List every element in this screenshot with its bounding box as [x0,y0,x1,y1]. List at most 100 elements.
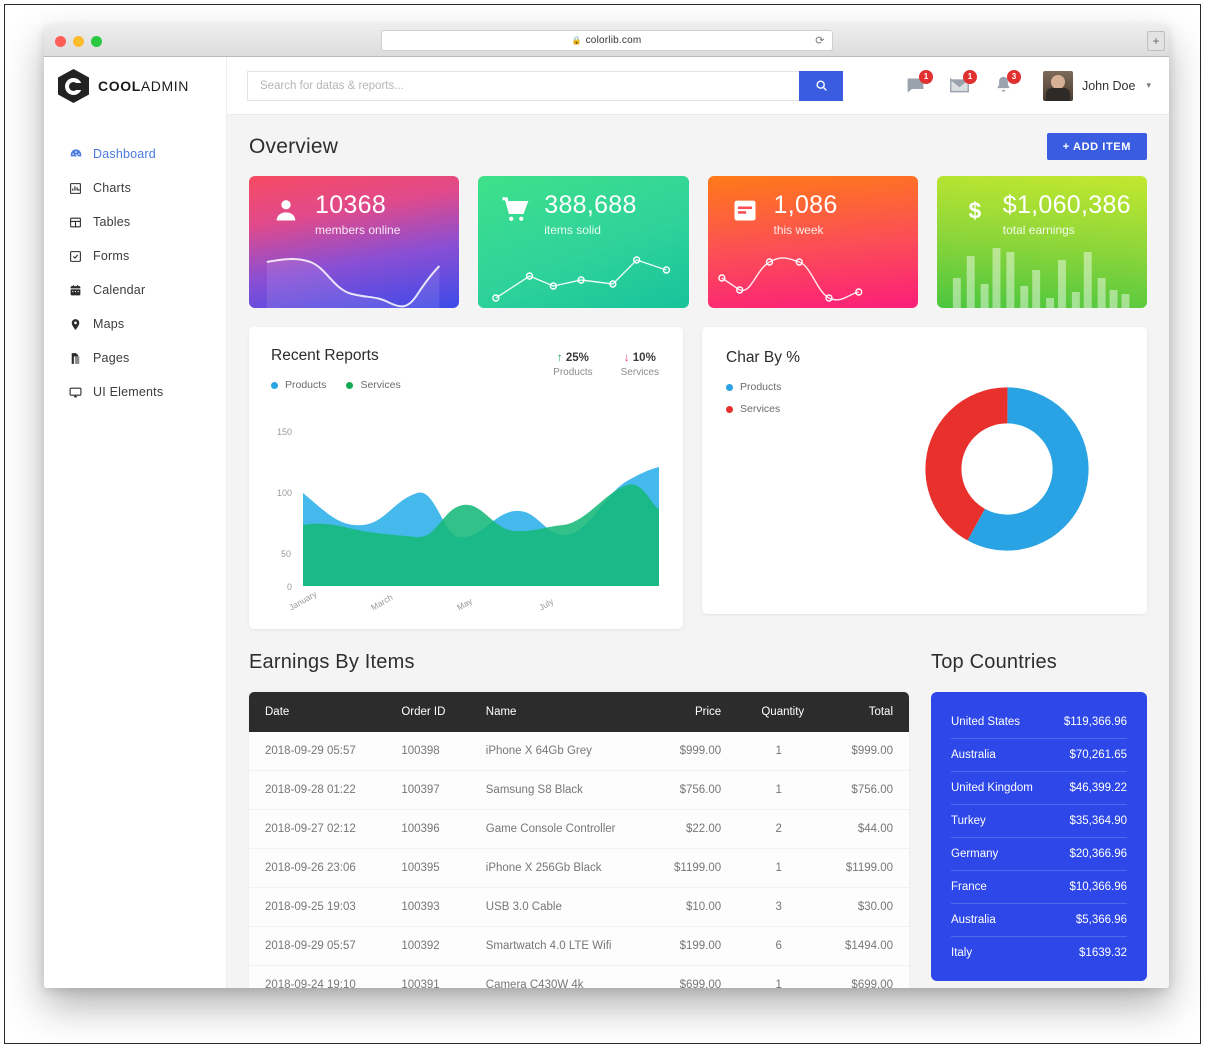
table-row[interactable]: 2018-09-29 05:57 100398 iPhone X 64Gb Gr… [249,732,909,771]
table-row[interactable]: 2018-09-28 01:22 100397 Samsung S8 Black… [249,771,909,810]
minimize-window-button[interactable] [73,36,84,47]
recent-reports-panel: Recent Reports Products Services [249,327,683,629]
calendar-icon [69,284,93,297]
sidebar-item-forms[interactable]: Forms [44,239,226,273]
cell-date: 2018-09-29 05:57 [249,927,385,966]
table-row[interactable]: 2018-09-25 19:03 100393 USB 3.0 Cable $1… [249,888,909,927]
stat-card-total-earnings[interactable]: $ $1,060,386 total earnings [937,176,1147,308]
calendar-icon [728,193,762,227]
search-bar [247,71,843,101]
hexagon-logo-icon [58,69,89,103]
search-button[interactable] [799,71,843,101]
brand-logo[interactable]: COOLADMIN [44,57,226,115]
country-name: Australia [951,749,996,761]
country-row[interactable]: Australia $5,366.96 [951,904,1127,937]
cell-price: $999.00 [649,732,737,771]
country-value: $1639.32 [1079,947,1127,959]
search-input[interactable] [247,71,799,101]
url-text: colorlib.com [586,35,642,46]
window-controls[interactable] [55,36,102,47]
panel-title: Char By % [726,349,1123,367]
sidebar-item-calendar[interactable]: Calendar [44,273,226,307]
table-row[interactable]: 2018-09-26 23:06 100395 iPhone X 256Gb B… [249,849,909,888]
stat-value: 388,688 [544,193,636,218]
cell-total: $1199.00 [820,849,909,888]
stat-services: ↓ 10% Services [621,352,659,378]
cell-date: 2018-09-28 01:22 [249,771,385,810]
new-tab-button[interactable]: + [1147,31,1165,51]
cell-quantity: 1 [737,966,820,989]
cell-price: $1199.00 [649,849,737,888]
bell-notification-button[interactable]: 3 [993,75,1015,97]
column-header-total[interactable]: Total [820,692,909,732]
legend-label: Products [740,381,781,393]
chart-bar-icon [69,182,93,195]
mail-notification-button[interactable]: 1 [949,75,971,97]
stat-key: Products [553,367,592,378]
sidebar-item-maps[interactable]: Maps [44,307,226,341]
cell-order-id: 100391 [385,966,469,989]
stat-card-members-online[interactable]: 10368 members online [249,176,459,308]
close-window-button[interactable] [55,36,66,47]
cell-quantity: 1 [737,771,820,810]
reload-icon[interactable]: ⟳ [815,34,824,47]
country-row[interactable]: Italy $1639.32 [951,937,1127,969]
table-row[interactable]: 2018-09-29 05:57 100392 Smartwatch 4.0 L… [249,927,909,966]
sidebar-item-ui-elements[interactable]: UI Elements [44,375,226,409]
page-title: Overview [249,135,338,159]
cell-order-id: 100397 [385,771,469,810]
country-row[interactable]: Australia $70,261.65 [951,739,1127,772]
stat-card-items-solid[interactable]: 388,688 items solid [478,176,688,308]
bar-chart [937,236,1147,308]
stat-card-this-week[interactable]: 1,086 this week [708,176,918,308]
sidebar-item-tables[interactable]: Tables [44,205,226,239]
cell-quantity: 2 [737,810,820,849]
maximize-window-button[interactable] [91,36,102,47]
country-value: $20,366.96 [1069,848,1127,860]
svg-text:50: 50 [281,549,291,559]
column-header-name[interactable]: Name [470,692,650,732]
country-row[interactable]: Germany $20,366.96 [951,838,1127,871]
sidebar-item-dashboard[interactable]: Dashboard [44,137,226,171]
countries-column: Top Countries United States $119,366.96 … [931,651,1147,988]
topbar-right: 1 1 3 [905,71,1151,101]
column-header-order-id[interactable]: Order ID [385,692,469,732]
stat-value: 1,086 [774,193,838,218]
user-menu[interactable]: John Doe ▾ [1043,71,1151,101]
column-header-quantity[interactable]: Quantity [737,692,820,732]
cell-order-id: 100398 [385,732,469,771]
country-row[interactable]: United Kingdom $46,399.22 [951,772,1127,805]
sidebar-item-charts[interactable]: Charts [44,171,226,205]
country-row[interactable]: France $10,366.96 [951,871,1127,904]
sidebar-item-label: UI Elements [93,385,163,399]
table-row[interactable]: 2018-09-27 02:12 100396 Game Console Con… [249,810,909,849]
sidebar-item-label: Maps [93,317,124,331]
status-badge: 1 [919,70,933,84]
address-bar[interactable]: 🔒 colorlib.com ⟳ [381,30,833,51]
lock-icon: 🔒 [572,36,582,45]
svg-text:0: 0 [287,582,292,592]
chat-notification-button[interactable]: 1 [905,75,927,97]
country-name: United Kingdom [951,782,1033,794]
cell-total: $699.00 [820,966,909,989]
country-value: $70,261.65 [1069,749,1127,761]
top-countries-panel: United States $119,366.96 Australia $70,… [931,692,1147,981]
cell-price: $756.00 [649,771,737,810]
cell-date: 2018-09-24 19:10 [249,966,385,989]
cell-order-id: 100396 [385,810,469,849]
browser-window: 🔒 colorlib.com ⟳ + COOLADMIN [44,25,1169,988]
country-row[interactable]: United States $119,366.96 [951,706,1127,739]
sidebar-item-pages[interactable]: Pages [44,341,226,375]
browser-titlebar: 🔒 colorlib.com ⟳ + [44,25,1169,57]
sidebar-nav: Dashboard Charts Tables [44,115,226,409]
form-check-icon [69,250,93,263]
table-row[interactable]: 2018-09-24 19:10 100391 Camera C430W 4k … [249,966,909,989]
stat-products: ↑ 25% Products [553,352,592,378]
add-item-button[interactable]: + ADD ITEM [1047,133,1147,160]
country-row[interactable]: Turkey $35,364.90 [951,805,1127,838]
monitor-icon [69,386,93,399]
column-header-date[interactable]: Date [249,692,385,732]
column-header-price[interactable]: Price [649,692,737,732]
area-chart: 150 100 50 0 January March May July [267,385,667,615]
cell-total: $999.00 [820,732,909,771]
